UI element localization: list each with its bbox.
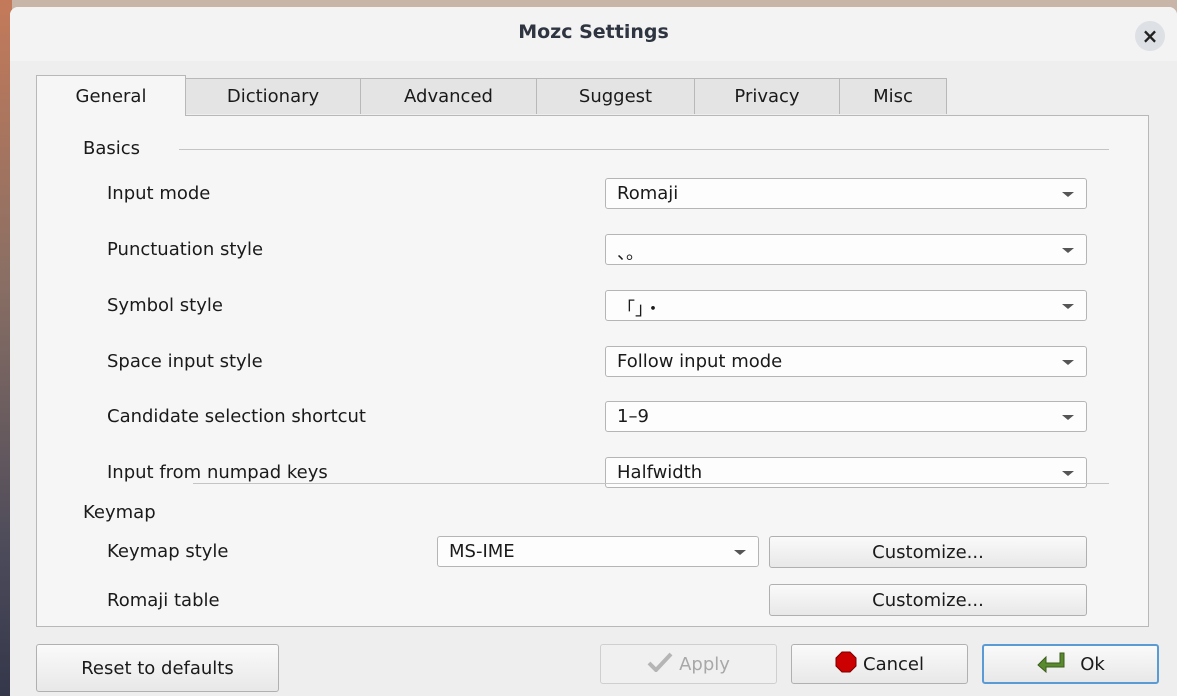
checkmark-icon	[647, 652, 673, 677]
symbol-style-value: 「」・	[617, 299, 662, 320]
romaji-customize-button[interactable]: Customize...	[769, 584, 1087, 616]
keymap-customize-button[interactable]: Customize...	[769, 536, 1087, 568]
keymap-divider	[193, 483, 1109, 484]
keymap-group-title: Keymap	[83, 502, 156, 523]
punctuation-style-label: Punctuation style	[107, 239, 264, 260]
apply-label: Apply	[679, 653, 730, 675]
chevron-down-icon	[1062, 415, 1074, 420]
tab-misc[interactable]: Misc	[839, 78, 947, 114]
keymap-style-value: MS-IME	[449, 541, 515, 562]
numpad-input-value: Halfwidth	[617, 462, 703, 483]
keymap-style-label: Keymap style	[107, 541, 229, 562]
tab-advanced[interactable]: Advanced	[360, 78, 537, 114]
window-title: Mozc Settings	[518, 21, 669, 43]
input-mode-value: Romaji	[617, 183, 679, 204]
space-input-style-label: Space input style	[107, 351, 263, 372]
symbol-style-label: Symbol style	[107, 295, 223, 316]
chevron-down-icon	[734, 550, 746, 555]
enter-arrow-icon	[1036, 651, 1066, 678]
stop-icon	[835, 651, 857, 678]
general-tab-panel: Basics Input mode Romaji Punctuation sty…	[36, 115, 1149, 627]
reset-defaults-button[interactable]: Reset to defaults	[36, 644, 279, 692]
cancel-button[interactable]: Cancel	[791, 644, 968, 684]
space-input-style-select[interactable]: Follow input mode	[605, 346, 1087, 377]
keymap-style-select[interactable]: MS-IME	[437, 536, 759, 567]
candidate-shortcut-select[interactable]: 1–9	[605, 401, 1087, 432]
chevron-down-icon	[1062, 360, 1074, 365]
tab-dictionary[interactable]: Dictionary	[185, 78, 361, 114]
input-mode-select[interactable]: Romaji	[605, 178, 1087, 209]
candidate-shortcut-label: Candidate selection shortcut	[107, 406, 366, 427]
tab-bar: General Dictionary Advanced Suggest Priv…	[36, 75, 947, 116]
romaji-table-label: Romaji table	[107, 590, 220, 611]
basics-group-title: Basics	[83, 138, 141, 159]
punctuation-style-value: 、。	[617, 243, 644, 264]
tab-privacy[interactable]: Privacy	[694, 78, 840, 114]
candidate-shortcut-value: 1–9	[617, 406, 649, 427]
symbol-style-select[interactable]: 「」・	[605, 290, 1087, 321]
close-icon[interactable]: ×	[1135, 21, 1165, 51]
space-input-style-value: Follow input mode	[617, 351, 783, 372]
ok-label: Ok	[1080, 653, 1105, 675]
cancel-label: Cancel	[863, 653, 924, 675]
title-bar: Mozc Settings ×	[10, 7, 1177, 61]
tab-suggest[interactable]: Suggest	[536, 78, 695, 114]
chevron-down-icon	[1062, 248, 1074, 253]
tab-general[interactable]: General	[36, 75, 186, 116]
settings-window: Mozc Settings × General Dictionary Advan…	[10, 7, 1177, 696]
chevron-down-icon	[1062, 304, 1074, 309]
basics-divider	[179, 149, 1109, 150]
input-mode-label: Input mode	[107, 183, 211, 204]
chevron-down-icon	[1062, 471, 1074, 476]
numpad-input-label: Input from numpad keys	[107, 462, 328, 483]
ok-button[interactable]: Ok	[982, 644, 1159, 684]
apply-button[interactable]: Apply	[600, 644, 777, 684]
chevron-down-icon	[1062, 192, 1074, 197]
punctuation-style-select[interactable]: 、。	[605, 234, 1087, 265]
